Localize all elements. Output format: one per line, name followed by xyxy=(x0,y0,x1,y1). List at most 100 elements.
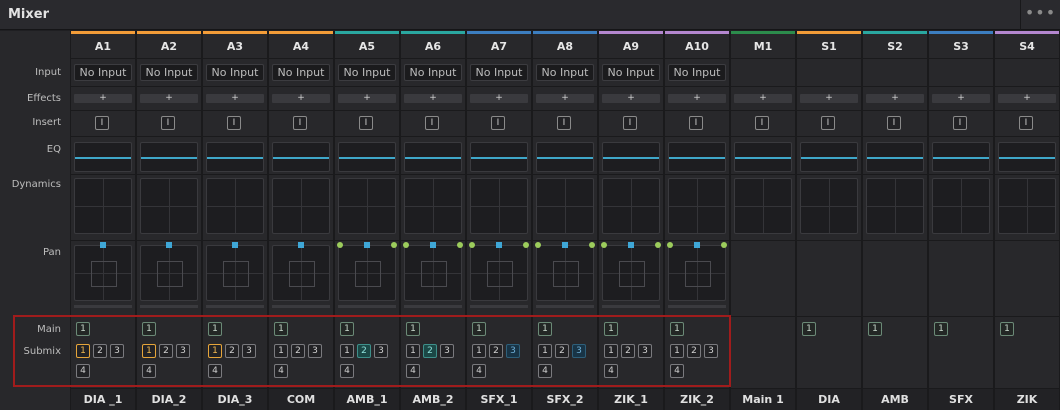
submix-bus-3[interactable]: 3 xyxy=(638,344,652,358)
add-effect-button[interactable]: + xyxy=(272,94,330,103)
eq-graph[interactable] xyxy=(998,142,1056,172)
pan-slider[interactable] xyxy=(206,305,264,308)
pan-slider[interactable] xyxy=(140,305,198,308)
eq-graph[interactable] xyxy=(140,142,198,172)
main-bus-assign[interactable]: 1 xyxy=(406,322,420,336)
submix-bus-3[interactable]: 3 xyxy=(110,344,124,358)
main-bus-assign[interactable]: 1 xyxy=(208,322,222,336)
eq-graph[interactable] xyxy=(734,142,792,172)
submix-bus-3[interactable]: 3 xyxy=(440,344,454,358)
pan-control[interactable] xyxy=(140,245,198,301)
add-effect-button[interactable]: + xyxy=(932,94,990,103)
pan-control[interactable] xyxy=(206,245,264,301)
track-name[interactable]: A4 xyxy=(269,40,333,53)
add-effect-button[interactable]: + xyxy=(998,94,1056,103)
main-bus-assign[interactable]: 1 xyxy=(604,322,618,336)
insert-toggle[interactable]: I xyxy=(95,116,109,130)
dynamics-graph[interactable] xyxy=(536,178,594,234)
submix-bus-4[interactable]: 4 xyxy=(274,364,288,378)
track-label[interactable]: ZIK_1 xyxy=(599,393,663,406)
add-effect-button[interactable]: + xyxy=(734,94,792,103)
submix-bus-4[interactable]: 4 xyxy=(340,364,354,378)
eq-graph[interactable] xyxy=(338,142,396,172)
track-label[interactable]: DIA _1 xyxy=(71,393,135,406)
track-label[interactable]: ZIK_2 xyxy=(665,393,729,406)
submix-bus-1[interactable]: 1 xyxy=(538,344,552,358)
submix-bus-4[interactable]: 4 xyxy=(670,364,684,378)
submix-bus-1[interactable]: 1 xyxy=(472,344,486,358)
submix-bus-2[interactable]: 2 xyxy=(225,344,239,358)
submix-bus-3[interactable]: 3 xyxy=(308,344,322,358)
submix-bus-1[interactable]: 1 xyxy=(340,344,354,358)
submix-bus-3[interactable]: 3 xyxy=(374,344,388,358)
main-bus-assign[interactable]: 1 xyxy=(340,322,354,336)
insert-toggle[interactable]: I xyxy=(623,116,637,130)
eq-graph[interactable] xyxy=(602,142,660,172)
eq-graph[interactable] xyxy=(404,142,462,172)
dynamics-graph[interactable] xyxy=(404,178,462,234)
eq-graph[interactable] xyxy=(932,142,990,172)
submix-bus-1[interactable]: 1 xyxy=(604,344,618,358)
dynamics-graph[interactable] xyxy=(800,178,858,234)
submix-bus-3[interactable]: 3 xyxy=(572,344,586,358)
pan-control[interactable] xyxy=(668,245,726,301)
submix-bus-1[interactable]: 1 xyxy=(208,344,222,358)
submix-bus-2[interactable]: 2 xyxy=(555,344,569,358)
track-label[interactable]: DIA_2 xyxy=(137,393,201,406)
pan-control[interactable] xyxy=(272,245,330,301)
eq-graph[interactable] xyxy=(536,142,594,172)
submix-bus-2[interactable]: 2 xyxy=(423,344,437,358)
dynamics-graph[interactable] xyxy=(272,178,330,234)
submix-bus-3[interactable]: 3 xyxy=(506,344,520,358)
main-bus-assign[interactable]: 1 xyxy=(76,322,90,336)
main-bus-assign[interactable]: 1 xyxy=(802,322,816,336)
track-label[interactable]: SFX_2 xyxy=(533,393,597,406)
track-label[interactable]: DIA xyxy=(797,393,861,406)
track-label[interactable]: AMB_1 xyxy=(335,393,399,406)
insert-toggle[interactable]: I xyxy=(425,116,439,130)
dynamics-graph[interactable] xyxy=(866,178,924,234)
eq-graph[interactable] xyxy=(74,142,132,172)
track-name[interactable]: S1 xyxy=(797,40,861,53)
add-effect-button[interactable]: + xyxy=(470,94,528,103)
eq-graph[interactable] xyxy=(800,142,858,172)
eq-graph[interactable] xyxy=(668,142,726,172)
add-effect-button[interactable]: + xyxy=(668,94,726,103)
main-bus-assign[interactable]: 1 xyxy=(934,322,948,336)
add-effect-button[interactable]: + xyxy=(800,94,858,103)
pan-slider[interactable] xyxy=(272,305,330,308)
input-selector[interactable]: No Input xyxy=(602,64,660,81)
dynamics-graph[interactable] xyxy=(998,178,1056,234)
add-effect-button[interactable]: + xyxy=(206,94,264,103)
main-bus-assign[interactable]: 1 xyxy=(1000,322,1014,336)
pan-slider[interactable] xyxy=(470,305,528,308)
insert-toggle[interactable]: I xyxy=(887,116,901,130)
track-name[interactable]: A10 xyxy=(665,40,729,53)
dynamics-graph[interactable] xyxy=(206,178,264,234)
add-effect-button[interactable]: + xyxy=(866,94,924,103)
insert-toggle[interactable]: I xyxy=(161,116,175,130)
track-name[interactable]: M1 xyxy=(731,40,795,53)
insert-toggle[interactable]: I xyxy=(557,116,571,130)
submix-bus-2[interactable]: 2 xyxy=(291,344,305,358)
track-label[interactable]: COM xyxy=(269,393,333,406)
dynamics-graph[interactable] xyxy=(74,178,132,234)
track-label[interactable]: SFX xyxy=(929,393,993,406)
main-bus-assign[interactable]: 1 xyxy=(472,322,486,336)
add-effect-button[interactable]: + xyxy=(602,94,660,103)
dynamics-graph[interactable] xyxy=(470,178,528,234)
input-selector[interactable]: No Input xyxy=(140,64,198,81)
input-selector[interactable]: No Input xyxy=(536,64,594,81)
dynamics-graph[interactable] xyxy=(338,178,396,234)
more-horizontal-icon[interactable]: ••• xyxy=(1020,0,1060,30)
submix-bus-4[interactable]: 4 xyxy=(604,364,618,378)
insert-toggle[interactable]: I xyxy=(1019,116,1033,130)
eq-graph[interactable] xyxy=(206,142,264,172)
track-label[interactable]: ZIK xyxy=(995,393,1059,406)
pan-slider[interactable] xyxy=(404,305,462,308)
submix-bus-2[interactable]: 2 xyxy=(159,344,173,358)
dynamics-graph[interactable] xyxy=(602,178,660,234)
dynamics-graph[interactable] xyxy=(668,178,726,234)
track-label[interactable]: SFX_1 xyxy=(467,393,531,406)
add-effect-button[interactable]: + xyxy=(404,94,462,103)
